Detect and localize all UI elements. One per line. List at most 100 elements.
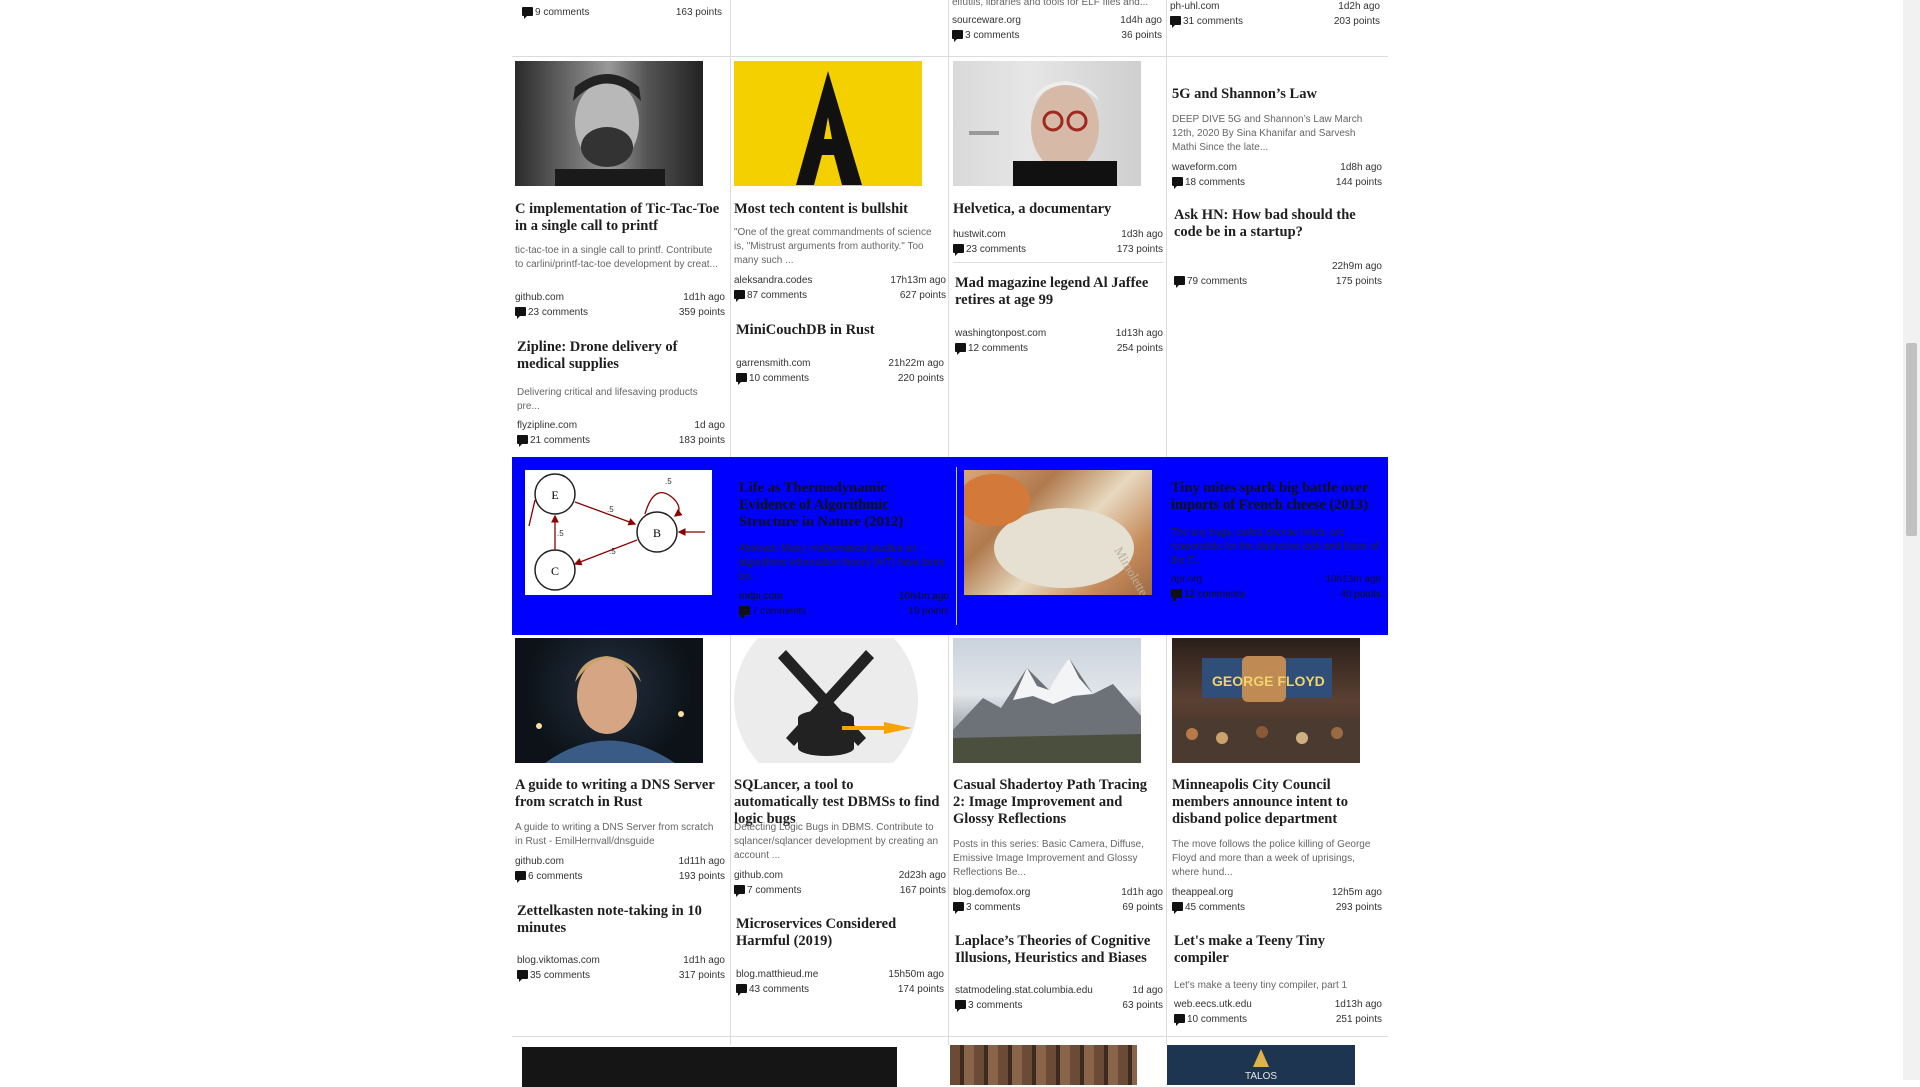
comment-count[interactable]: 43 comments bbox=[749, 984, 809, 995]
story-thumbnail[interactable] bbox=[515, 638, 703, 763]
comment-count[interactable]: 3 comments bbox=[965, 30, 1019, 41]
comment-icon[interactable] bbox=[736, 984, 747, 996]
story-title[interactable]: Tiny mites spark big battle over imports… bbox=[1171, 480, 1381, 514]
comment-icon[interactable] bbox=[955, 1000, 966, 1012]
comment-count[interactable]: 7 comments bbox=[752, 606, 806, 617]
story-title[interactable]: A guide to writing a DNS Server from scr… bbox=[515, 777, 721, 811]
story-age: 1d13h ago bbox=[1115, 328, 1163, 339]
comment-count[interactable]: 12 comments bbox=[1184, 589, 1244, 600]
story-domain[interactable]: blog.matthieud.me bbox=[736, 968, 818, 982]
story-title[interactable]: Helvetica, a documentary bbox=[953, 201, 1159, 218]
comment-icon[interactable] bbox=[1172, 902, 1183, 914]
story-thumbnail[interactable] bbox=[734, 638, 922, 763]
comment-count[interactable]: 6 comments bbox=[528, 871, 582, 882]
comment-count[interactable]: 21 comments bbox=[530, 435, 590, 446]
comment-icon[interactable] bbox=[1174, 276, 1185, 288]
comment-count[interactable]: 10 comments bbox=[1187, 1014, 1247, 1025]
comment-icon[interactable] bbox=[952, 30, 963, 42]
story-title[interactable]: Zipline: Drone delivery of medical suppl… bbox=[517, 339, 723, 373]
story-thumbnail[interactable]: GEORGE FLOYD bbox=[1172, 638, 1360, 763]
story-title[interactable]: Mad magazine legend Al Jaffee retires at… bbox=[955, 275, 1161, 309]
comment-count[interactable]: 3 comments bbox=[968, 1000, 1022, 1011]
story-domain[interactable]: garrensmith.com bbox=[736, 357, 810, 371]
story-title[interactable]: C implementation of Tic-Tac-Toe in a sin… bbox=[515, 201, 721, 235]
points: 317 points bbox=[678, 970, 725, 981]
story-domain[interactable]: github.com bbox=[734, 869, 783, 883]
comment-count[interactable]: 45 comments bbox=[1185, 902, 1245, 913]
story-thumbnail[interactable] bbox=[950, 1045, 1137, 1085]
comment-count[interactable]: 87 comments bbox=[747, 290, 807, 301]
story-thumbnail[interactable]: TALOS bbox=[1167, 1045, 1355, 1085]
comment-count[interactable]: 18 comments bbox=[1185, 177, 1245, 188]
story-age: 1d2h ago bbox=[1338, 1, 1380, 12]
story-thumbnail[interactable] bbox=[515, 61, 703, 186]
comment-count[interactable]: 12 comments bbox=[968, 343, 1028, 354]
comment-count[interactable]: 23 comments bbox=[528, 307, 588, 318]
vertical-scrollbar[interactable] bbox=[1903, 0, 1920, 1080]
comment-icon[interactable] bbox=[517, 435, 528, 447]
story-domain[interactable]: washingtonpost.com bbox=[955, 327, 1046, 341]
story-title[interactable]: Minneapolis City Council members announc… bbox=[1172, 777, 1378, 828]
comment-count[interactable]: 23 comments bbox=[966, 244, 1026, 255]
comment-icon[interactable] bbox=[955, 343, 966, 355]
comment-count[interactable]: 3 comments bbox=[966, 902, 1020, 913]
story-domain[interactable]: mdpi.com bbox=[739, 590, 782, 604]
comment-icon[interactable] bbox=[1170, 16, 1181, 28]
story-title[interactable]: MiniCouchDB in Rust bbox=[736, 322, 942, 339]
story-domain[interactable]: web.eecs.utk.edu bbox=[1174, 998, 1252, 1012]
story-title[interactable]: Zettelkasten note-taking in 10 minutes bbox=[517, 903, 723, 937]
comment-count[interactable]: 35 comments bbox=[530, 970, 590, 981]
story-snippet: Delivering critical and lifesaving produ… bbox=[517, 387, 698, 412]
story-title[interactable]: Microservices Considered Harmful (2019) bbox=[736, 916, 942, 950]
comment-icon[interactable] bbox=[1171, 589, 1182, 601]
comment-icon[interactable] bbox=[515, 871, 526, 883]
comment-count[interactable]: 9 comments bbox=[535, 7, 589, 18]
story-domain[interactable]: ph-uhl.com bbox=[1170, 0, 1219, 14]
story-domain[interactable]: flyzipline.com bbox=[517, 419, 577, 433]
story-domain[interactable]: blog.viktomas.com bbox=[517, 954, 600, 968]
comment-icon[interactable] bbox=[736, 373, 747, 385]
story-title[interactable]: Life as Thermodynamic Evidence of Algori… bbox=[739, 480, 939, 531]
comment-icon[interactable] bbox=[515, 307, 526, 319]
comment-icon[interactable] bbox=[734, 290, 745, 302]
story-snippet: The move follows the police killing of G… bbox=[1172, 839, 1371, 878]
comment-icon[interactable] bbox=[953, 244, 964, 256]
story-domain[interactable]: theappeal.org bbox=[1172, 886, 1233, 900]
mural-text: GEORGE FLOYD bbox=[1212, 673, 1325, 689]
story-domain[interactable]: hustwit.com bbox=[953, 228, 1006, 242]
story-title[interactable]: Casual Shadertoy Path Tracing 2: Image I… bbox=[953, 777, 1159, 828]
story-domain[interactable]: github.com bbox=[515, 291, 564, 305]
story-title[interactable]: Laplace’s Theories of Cognitive Illusion… bbox=[955, 933, 1161, 967]
story-domain[interactable]: statmodeling.stat.columbia.edu bbox=[955, 984, 1093, 998]
story-title[interactable]: Most tech content is bullshit bbox=[734, 201, 940, 218]
story-domain[interactable]: waveform.com bbox=[1172, 161, 1237, 175]
story-title[interactable]: Let's make a Teeny Tiny compiler bbox=[1174, 933, 1380, 967]
story-domain[interactable]: aleksandra.codes bbox=[734, 274, 812, 288]
comment-count[interactable]: 7 comments bbox=[747, 885, 801, 896]
comment-icon[interactable] bbox=[522, 7, 533, 19]
story-thumbnail[interactable]: A bbox=[734, 61, 922, 186]
comment-icon[interactable] bbox=[1174, 1014, 1185, 1026]
comment-icon[interactable] bbox=[739, 606, 750, 618]
story-title[interactable]: Ask HN: How bad should the code be in a … bbox=[1174, 207, 1380, 241]
story-domain[interactable]: github.com bbox=[515, 855, 564, 869]
story-thumbnail[interactable]: Mimolette bbox=[964, 470, 1152, 595]
story-domain[interactable]: npr.org bbox=[1171, 573, 1202, 587]
comment-icon[interactable] bbox=[1172, 177, 1183, 189]
story-domain[interactable]: blog.demofox.org bbox=[953, 886, 1030, 900]
comment-count[interactable]: 79 comments bbox=[1187, 276, 1247, 287]
story-snippet: Posts in this series: Basic Camera, Diff… bbox=[953, 839, 1144, 878]
story-thumbnail[interactable]: E B C .5 .5 .5 .5 bbox=[525, 470, 712, 595]
comment-icon[interactable] bbox=[953, 902, 964, 914]
story-thumbnail[interactable] bbox=[953, 61, 1141, 186]
comment-icon[interactable] bbox=[734, 885, 745, 897]
story-age: 10h13m ago bbox=[1325, 574, 1381, 585]
story-domain[interactable]: sourceware.org bbox=[952, 14, 1021, 28]
scrollbar-thumb[interactable] bbox=[1906, 343, 1917, 536]
story-title[interactable]: 5G and Shannon’s Law bbox=[1172, 86, 1378, 103]
comment-icon[interactable] bbox=[517, 970, 528, 982]
story-thumbnail[interactable] bbox=[953, 638, 1141, 763]
story-thumbnail[interactable] bbox=[522, 1047, 897, 1087]
comment-count[interactable]: 31 comments bbox=[1183, 16, 1243, 27]
comment-count[interactable]: 10 comments bbox=[749, 373, 809, 384]
